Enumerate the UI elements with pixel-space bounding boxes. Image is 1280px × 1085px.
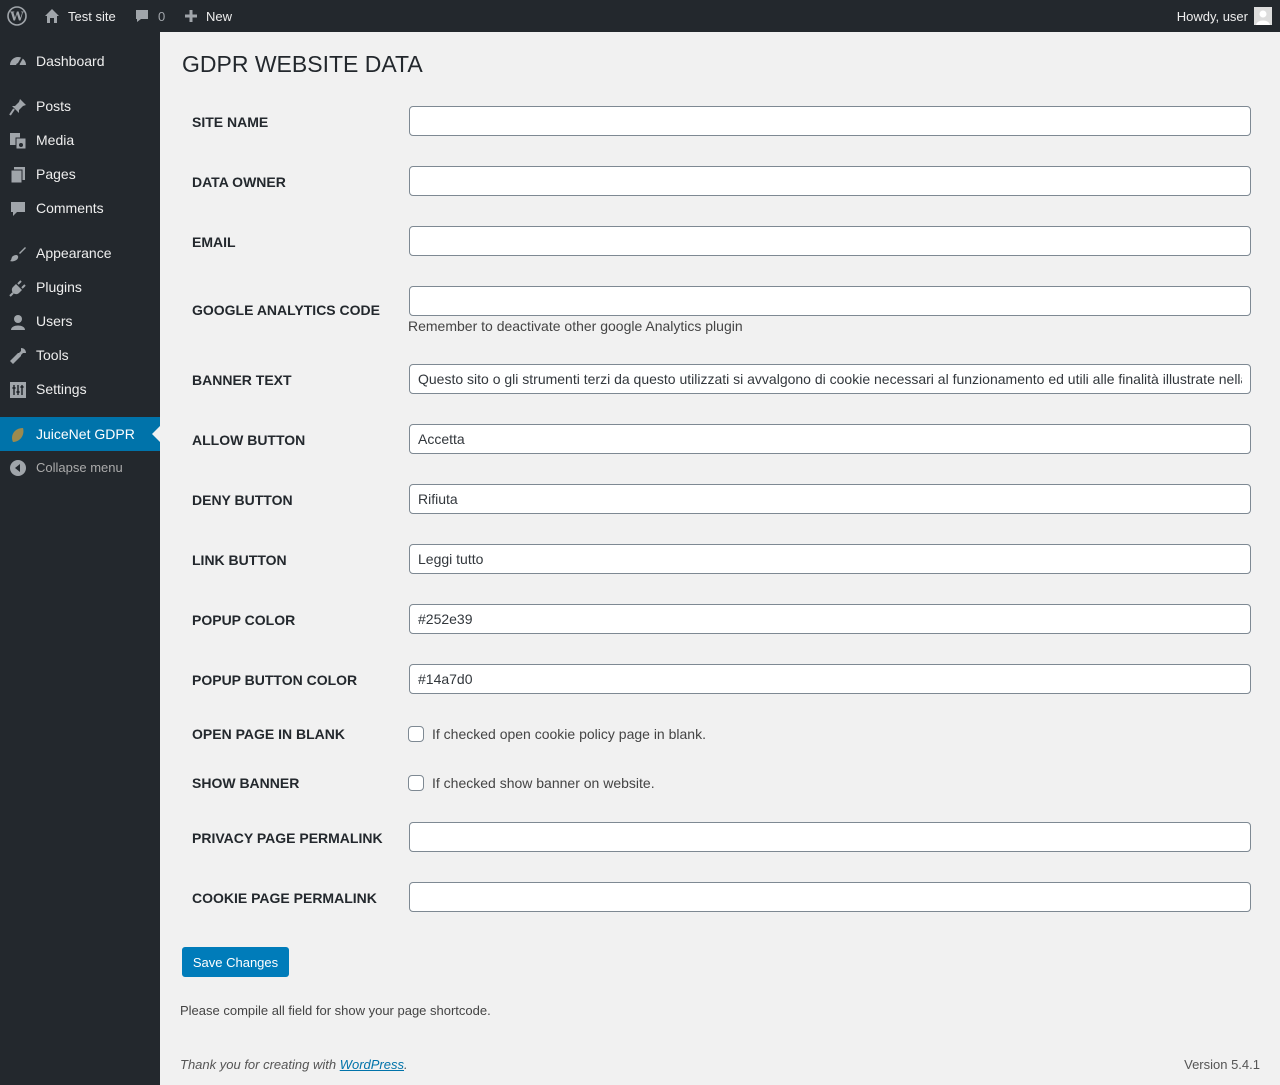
user-icon xyxy=(8,312,28,332)
sidebar-item-comments[interactable]: Comments xyxy=(0,191,160,225)
wordpress-logo-icon[interactable]: W xyxy=(0,0,34,32)
save-changes-button[interactable]: Save Changes xyxy=(182,947,289,977)
site-name-label: SITE NAME xyxy=(192,114,269,130)
popup-color-label: POPUP COLOR xyxy=(192,612,296,628)
privacy-permalink-input[interactable] xyxy=(409,822,1251,852)
banner-text-label: BANNER TEXT xyxy=(192,372,292,388)
admin-bar-comments[interactable]: 0 xyxy=(134,0,165,32)
ga-code-input[interactable] xyxy=(409,286,1251,316)
plug-icon xyxy=(8,278,28,298)
collapse-menu-button[interactable]: Collapse menu xyxy=(0,450,160,484)
new-label: New xyxy=(206,8,233,24)
comments-count: 0 xyxy=(158,8,166,24)
sidebar-item-settings[interactable]: Settings xyxy=(0,372,160,406)
email-input[interactable] xyxy=(409,226,1251,256)
pages-icon xyxy=(8,165,28,185)
comment-icon xyxy=(134,8,150,24)
link-button-label: LINK BUTTON xyxy=(192,552,287,568)
sidebar-item-tools[interactable]: Tools xyxy=(0,338,160,372)
avatar xyxy=(1254,7,1272,25)
popup-button-color-label: POPUP BUTTON COLOR xyxy=(192,672,358,688)
data-owner-label: DATA OWNER xyxy=(192,174,286,190)
link-button-input[interactable] xyxy=(409,544,1251,574)
cookie-permalink-input[interactable] xyxy=(409,882,1251,912)
deny-button-input[interactable] xyxy=(409,484,1251,514)
open-blank-checkbox[interactable] xyxy=(408,726,424,742)
admin-bar: W Test site 0 New Howdy, user xyxy=(0,0,1280,32)
show-banner-checkbox-label: If checked show banner on website. xyxy=(432,775,655,791)
settings-icon xyxy=(8,380,28,400)
banner-text-input[interactable] xyxy=(409,364,1251,394)
show-banner-checkbox[interactable] xyxy=(408,775,424,791)
footer-thanks-suffix: . xyxy=(404,1057,408,1072)
data-owner-input[interactable] xyxy=(409,166,1251,196)
sidebar-item-juicenet-gdpr[interactable]: JuiceNet GDPR xyxy=(0,417,160,451)
admin-bar-site-link[interactable]: Test site xyxy=(44,0,116,32)
open-blank-label: OPEN PAGE IN BLANK xyxy=(192,726,345,742)
sidebar-item-pages[interactable]: Pages xyxy=(0,157,160,191)
popup-button-color-input[interactable] xyxy=(409,664,1251,694)
wrench-icon xyxy=(8,346,28,366)
home-icon xyxy=(44,8,60,24)
pin-icon xyxy=(8,97,28,117)
site-name: Test site xyxy=(68,8,116,24)
sidebar-item-plugins[interactable]: Plugins xyxy=(0,270,160,304)
ga-code-label: GOOGLE ANALYTICS CODE xyxy=(192,302,380,318)
show-banner-label: SHOW BANNER xyxy=(192,775,300,791)
email-label: EMAIL xyxy=(192,234,236,250)
footer-thanks: Thank you for creating with WordPress. xyxy=(180,1057,408,1072)
brush-icon xyxy=(8,244,28,264)
admin-bar-new[interactable]: New xyxy=(184,0,232,32)
wordpress-link[interactable]: WordPress xyxy=(340,1057,404,1072)
allow-button-input[interactable] xyxy=(409,424,1251,454)
leaf-icon xyxy=(8,425,28,445)
privacy-permalink-label: PRIVACY PAGE PERMALINK xyxy=(192,830,383,846)
page-title: GDPR WEBSITE DATA xyxy=(182,51,423,77)
plus-icon xyxy=(184,9,198,23)
allow-button-label: ALLOW BUTTON xyxy=(192,432,306,448)
svg-text:W: W xyxy=(9,10,24,24)
media-icon xyxy=(8,131,28,151)
sidebar-item-users[interactable]: Users xyxy=(0,304,160,338)
admin-bar-account[interactable]: Howdy, user xyxy=(1177,0,1272,32)
admin-sidebar: Dashboard Posts Media Pages Comments App… xyxy=(0,32,160,1085)
footer-version: Version 5.4.1 xyxy=(1184,1057,1260,1072)
sidebar-item-dashboard[interactable]: Dashboard xyxy=(0,44,160,78)
dashboard-icon xyxy=(8,52,28,72)
main-content: GDPR WEBSITE DATA SITE NAME DATA OWNER E… xyxy=(160,32,1280,1085)
comment-icon xyxy=(8,199,28,219)
sidebar-item-appearance[interactable]: Appearance xyxy=(0,236,160,270)
sidebar-item-posts[interactable]: Posts xyxy=(0,89,160,123)
shortcode-note: Please compile all field for show your p… xyxy=(180,1003,491,1018)
sidebar-item-media[interactable]: Media xyxy=(0,123,160,157)
cookie-permalink-label: COOKIE PAGE PERMALINK xyxy=(192,890,377,906)
open-blank-checkbox-label: If checked open cookie policy page in bl… xyxy=(432,726,706,742)
howdy-text: Howdy, user xyxy=(1176,8,1248,24)
popup-color-input[interactable] xyxy=(409,604,1251,634)
collapse-icon xyxy=(8,458,28,478)
deny-button-label: DENY BUTTON xyxy=(192,492,293,508)
site-name-input[interactable] xyxy=(409,106,1251,136)
ga-code-description: Remember to deactivate other google Anal… xyxy=(408,318,743,334)
footer-thanks-prefix: Thank you for creating with xyxy=(180,1057,340,1072)
